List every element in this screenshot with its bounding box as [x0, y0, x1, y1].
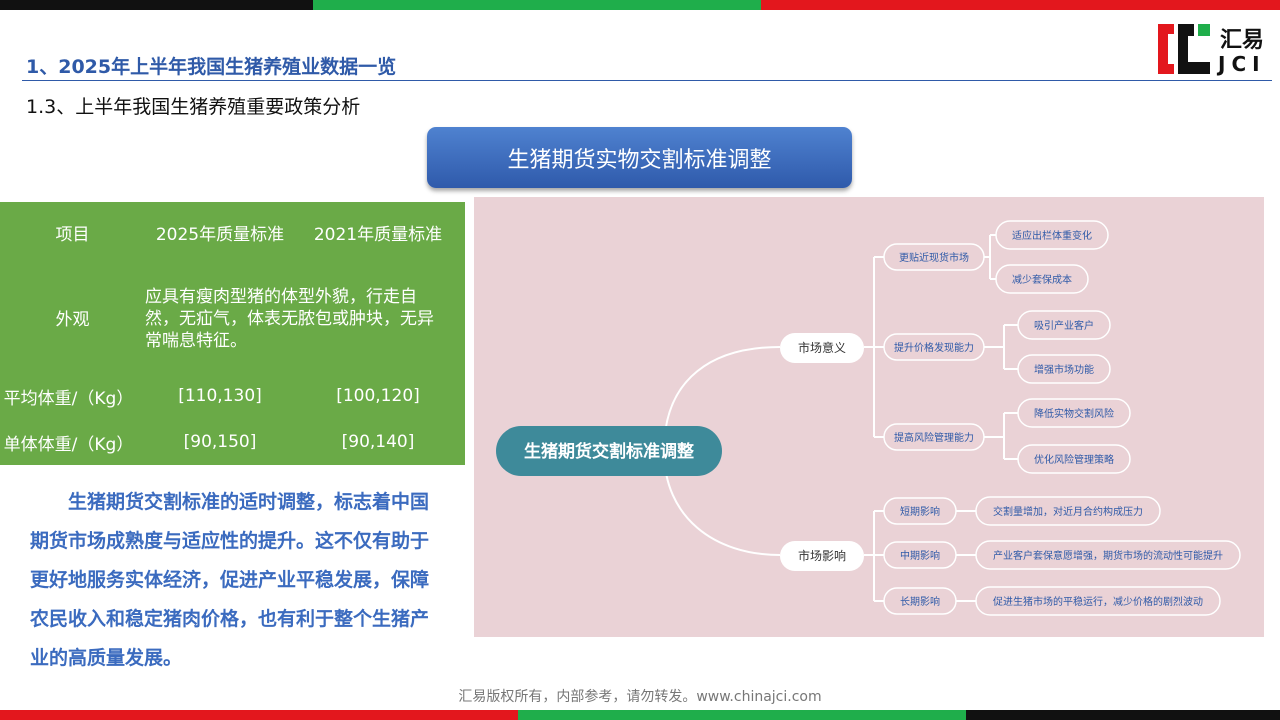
logo-english-text: JCI — [1218, 52, 1266, 76]
leaf-node: 降低实物交割风险 — [1017, 398, 1131, 428]
top-bar-red — [761, 0, 1280, 10]
leaf-node: 促进生猪市场的平稳运行，减少价格的剧烈波动 — [975, 586, 1221, 616]
top-bar-black — [0, 0, 313, 10]
sub-label-mid-term: 中期影响 — [900, 549, 940, 562]
leaf-node: 交割量增加，对近月合约构成压力 — [975, 496, 1161, 526]
branch-label-market-impact: 市场影响 — [798, 548, 846, 563]
table-row-label-appearance: 外观 — [55, 309, 90, 330]
leaf-label: 优化风险管理策略 — [1034, 453, 1114, 466]
mind-map-root-label: 生猪期货交割标准调整 — [524, 441, 694, 462]
branch-node-market-impact: 市场影响 — [780, 541, 864, 571]
table-row-label-avg-weight: 平均体重/（Kg） — [3, 388, 134, 409]
table-cell-avg-2021: [100,120] — [336, 386, 420, 406]
leaf-node: 优化风险管理策略 — [1017, 444, 1131, 474]
leaf-label: 吸引产业客户 — [1034, 319, 1094, 332]
table-cell-appearance: 应具有瘦肉型猪的体型外貌，行走自然，无疝气，体表无脓包或肿块，无异常喘息特征。 — [145, 287, 434, 351]
table-header-2021: 2021年质量标准 — [313, 224, 443, 245]
leaf-node: 适应出栏体重变化 — [995, 220, 1109, 250]
jci-logo: 汇易 JCI — [1158, 22, 1270, 76]
sub-label-long-term: 长期影响 — [900, 595, 940, 608]
footer-copyright: 汇易版权所有，内部参考，请勿转发。www.chinajci.com — [458, 689, 822, 705]
branch-node-market-meaning: 市场意义 — [780, 333, 864, 363]
standards-table: 项目 2025年质量标准 2021年质量标准 外观 应具有瘦肉型猪的体型外貌，行… — [0, 202, 465, 465]
leaf-node: 吸引产业客户 — [1017, 310, 1111, 340]
leaf-label: 降低实物交割风险 — [1034, 407, 1114, 420]
sub-node-risk-management: 提高风险管理能力 — [883, 423, 985, 451]
logo-chinese-text: 汇易 — [1220, 28, 1265, 53]
table-cell-single-2021: [90,140] — [341, 432, 415, 452]
summary-paragraph: 生猪期货交割标准的适时调整，标志着中国期货市场成熟度与适应性的提升。这不仅有助于… — [30, 491, 430, 669]
branch-label-market-meaning: 市场意义 — [798, 340, 846, 355]
bottom-bar-green — [518, 710, 966, 720]
table-header-item: 项目 — [55, 224, 90, 245]
mind-map-root-node: 生猪期货交割标准调整 — [496, 426, 722, 476]
table-row-label-single-weight: 单体体重/（Kg） — [3, 434, 134, 455]
leaf-node: 产业客户套保意愿增强，期货市场的流动性可能提升 — [975, 540, 1241, 570]
table-header-2025: 2025年质量标准 — [155, 224, 285, 245]
sub-label-price-discovery: 提升价格发现能力 — [894, 341, 974, 354]
leaf-label: 适应出栏体重变化 — [1012, 229, 1092, 242]
leaf-label: 交割量增加，对近月合约构成压力 — [993, 505, 1143, 518]
sub-label-short-term: 短期影响 — [900, 505, 940, 518]
sub-node-mid-term: 中期影响 — [883, 541, 957, 569]
table-cell-single-2025: [90,150] — [183, 432, 257, 452]
table-cell-avg-2025: [110,130] — [178, 386, 262, 406]
mind-map: 生猪期货交割标准调整 市场意义 市场影响 更贴近现货市场 提升价格发现能力 提高… — [496, 220, 1241, 616]
sub-node-short-term: 短期影响 — [883, 497, 957, 525]
sub-label-closer-to-spot: 更贴近现货市场 — [899, 251, 969, 264]
sub-label-risk-management: 提高风险管理能力 — [894, 431, 974, 444]
sub-node-price-discovery: 提升价格发现能力 — [883, 333, 985, 361]
bottom-bar-red — [0, 710, 518, 720]
leaf-node: 增强市场功能 — [1017, 354, 1111, 384]
leaf-label: 减少套保成本 — [1012, 273, 1072, 286]
topic-banner: 生猪期货实物交割标准调整 — [427, 127, 852, 188]
leaf-label: 产业客户套保意愿增强，期货市场的流动性可能提升 — [993, 549, 1223, 562]
sub-node-closer-to-spot: 更贴近现货市场 — [883, 243, 985, 271]
leaf-label: 增强市场功能 — [1034, 363, 1094, 376]
section-subtitle: 1.3、上半年我国生猪养殖重要政策分析 — [26, 96, 361, 118]
mind-map-panel: 生猪期货交割标准调整 市场意义 市场影响 更贴近现货市场 提升价格发现能力 提高… — [474, 197, 1264, 637]
jci-logo-mark — [1158, 24, 1210, 74]
top-bar-green — [313, 0, 761, 10]
leaf-node: 减少套保成本 — [995, 264, 1089, 294]
title-divider — [22, 80, 1272, 81]
leaf-label: 促进生猪市场的平稳运行，减少价格的剧烈波动 — [993, 595, 1203, 608]
bottom-bar-black — [966, 710, 1280, 720]
page-title: 1、2025年上半年我国生猪养殖业数据一览 — [26, 56, 397, 78]
sub-node-long-term: 长期影响 — [883, 587, 957, 615]
